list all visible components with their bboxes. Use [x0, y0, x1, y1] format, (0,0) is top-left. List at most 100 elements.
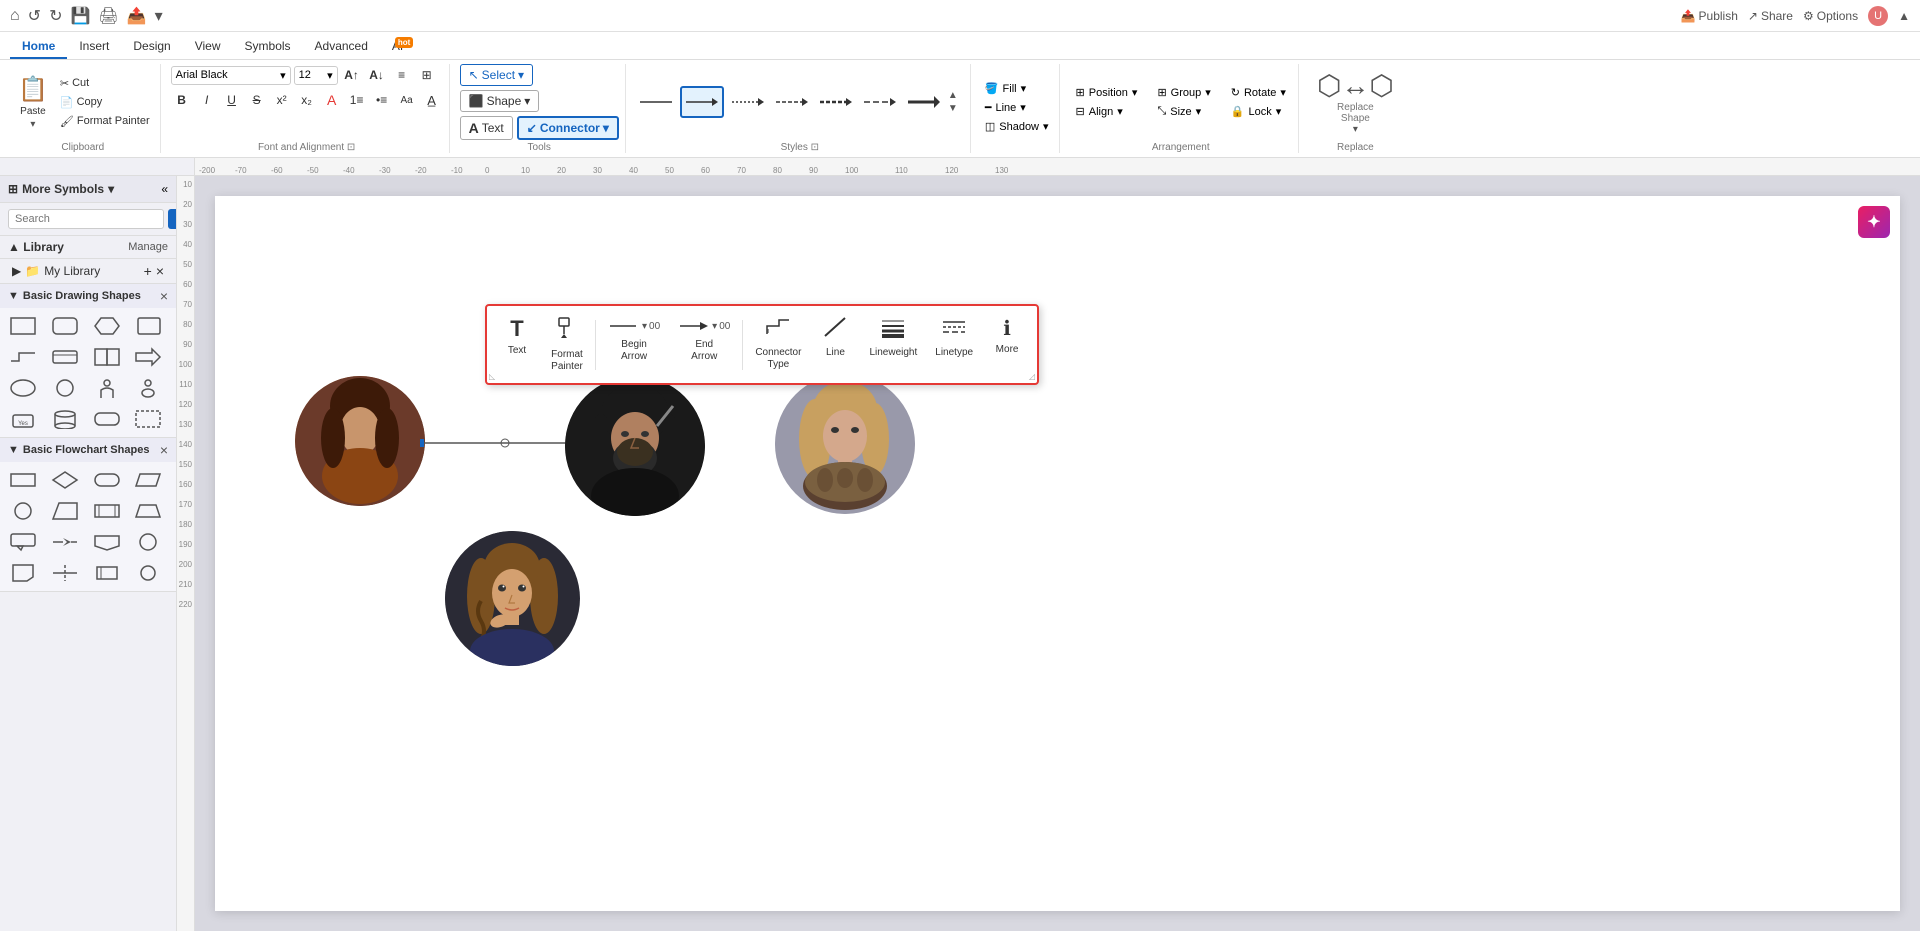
search-btn[interactable]: Search — [168, 209, 177, 229]
shape-rounded-rect2[interactable] — [90, 405, 124, 433]
sidebar-collapse-icon[interactable]: « — [161, 182, 168, 196]
basic-drawing-close-icon[interactable]: × — [160, 288, 168, 304]
fc-circle2[interactable] — [131, 528, 165, 556]
shape-cylinder[interactable] — [48, 405, 82, 433]
tab-advanced[interactable]: Advanced — [303, 35, 380, 59]
my-library-add-icon[interactable]: + — [144, 263, 152, 279]
font-highlight-btn[interactable]: A̲ — [421, 89, 443, 111]
ct-text-btn[interactable]: T Text — [495, 312, 539, 361]
shape-striped-rect[interactable] — [90, 343, 124, 371]
tab-ai[interactable]: AIhot — [380, 35, 415, 59]
more-icon[interactable]: ▾ — [155, 6, 163, 26]
fc-decision[interactable] — [48, 466, 82, 494]
styles-expand-icon[interactable]: ⊡ — [811, 142, 819, 153]
ct-format-painter-btn[interactable]: FormatPainter — [545, 312, 589, 377]
fc-note[interactable] — [6, 559, 40, 587]
tab-view[interactable]: View — [183, 35, 233, 59]
scroll-up-icon[interactable]: ▲ — [948, 90, 964, 101]
tab-home[interactable]: Home — [10, 35, 67, 59]
position-btn[interactable]: ⊞ Position ▾ — [1070, 84, 1144, 101]
paragraph-align-btn[interactable]: ≡ — [391, 64, 413, 86]
ct-connector-type-btn[interactable]: ConnectorType — [749, 312, 807, 375]
tab-insert[interactable]: Insert — [67, 35, 121, 59]
shape-rect-dotted[interactable] — [131, 405, 165, 433]
shape-ellipse[interactable] — [6, 374, 40, 402]
select-btn[interactable]: ↖ Select ▾ — [460, 64, 533, 86]
shape-person2[interactable] — [131, 374, 165, 402]
basic-flowchart-close-icon[interactable]: × — [160, 442, 168, 458]
style-arrow3-btn[interactable] — [772, 88, 812, 116]
list-ordered-btn[interactable]: 1≡ — [346, 89, 368, 111]
size-btn[interactable]: ⤡ Size ▾ — [1151, 103, 1216, 120]
case-toggle-btn[interactable]: Aa — [396, 89, 418, 111]
styles-scroll[interactable]: ▲ ▼ — [948, 90, 964, 114]
redo-icon[interactable]: ↻ — [49, 6, 62, 26]
shape-rect2[interactable] — [48, 343, 82, 371]
save-icon[interactable]: 💾 — [70, 6, 90, 26]
user-icon[interactable]: U — [1868, 6, 1888, 26]
group-btn[interactable]: ⊞ Group ▾ — [1151, 84, 1216, 101]
fc-predefined[interactable] — [90, 497, 124, 525]
scroll-down-icon[interactable]: ▼ — [948, 103, 964, 114]
manage-icon[interactable]: Manage — [128, 241, 168, 253]
shape-step[interactable] — [6, 343, 40, 371]
underline-btn[interactable]: U — [221, 89, 243, 111]
font-size-increase-btn[interactable]: A↑ — [341, 64, 363, 86]
fc-rect3[interactable] — [90, 559, 124, 587]
basic-drawing-header[interactable]: ▼ Basic Drawing Shapes × — [0, 284, 176, 308]
shape-hexagon[interactable] — [90, 312, 124, 340]
basic-flowchart-header[interactable]: ▼ Basic Flowchart Shapes × — [0, 438, 176, 462]
shape-circle[interactable] — [48, 374, 82, 402]
font-size-dropdown[interactable]: 12▾ — [294, 66, 338, 85]
fill-btn[interactable]: 🪣 Fill ▾ — [981, 80, 1053, 97]
ct-end-arrow-btn[interactable]: ▾ 00 EndArrow — [672, 312, 736, 367]
shape-person[interactable] — [90, 374, 124, 402]
shape-rect-rounded[interactable] — [48, 312, 82, 340]
undo-icon[interactable]: ↺ — [28, 6, 41, 26]
options-btn[interactable]: ⚙ Options — [1803, 9, 1858, 23]
line-btn[interactable]: ━ Line ▾ — [981, 99, 1053, 116]
style-arrow4-btn[interactable] — [816, 88, 856, 116]
fc-callout[interactable] — [6, 528, 40, 556]
style-straight-btn[interactable] — [636, 88, 676, 116]
subscript-btn[interactable]: x₂ — [296, 89, 318, 111]
text-tool-btn[interactable]: A Text — [460, 116, 513, 140]
shape-btn[interactable]: ⬛ Shape ▾ — [460, 90, 540, 112]
export-icon[interactable]: 📤 — [127, 6, 147, 26]
publish-btn[interactable]: 📤 Publish — [1681, 9, 1738, 23]
fc-line[interactable] — [48, 528, 82, 556]
paragraph-expand-btn[interactable]: ⊞ — [416, 64, 438, 86]
lock-btn[interactable]: 🔒 Lock ▾ — [1225, 103, 1292, 120]
strikethrough-btn[interactable]: S — [246, 89, 268, 111]
shape-scroll[interactable] — [131, 312, 165, 340]
fc-trapezoid[interactable] — [131, 497, 165, 525]
share-btn[interactable]: ↗ Share — [1748, 9, 1793, 23]
fc-partial1[interactable] — [48, 559, 82, 587]
list-unordered-btn[interactable]: •≡ — [371, 89, 393, 111]
print-icon[interactable]: 🖨 — [98, 6, 118, 26]
format-painter-btn[interactable]: 🖌 Format Painter — [56, 113, 154, 130]
ct-begin-arrow-btn[interactable]: ▾ 00 BeginArrow — [602, 312, 666, 367]
cut-btn[interactable]: ✂ Cut — [56, 75, 154, 92]
collapse-icon[interactable]: ▲ — [1898, 9, 1910, 23]
align-btn[interactable]: ⊟ Align ▾ — [1070, 103, 1144, 120]
ct-more-btn[interactable]: ℹ More — [985, 312, 1029, 360]
fc-terminal[interactable] — [90, 466, 124, 494]
fc-process[interactable] — [6, 466, 40, 494]
style-arrow2-btn[interactable] — [728, 88, 768, 116]
replace-shape-btn[interactable]: ⬡↔⬡ ReplaceShape ▾ — [1309, 65, 1402, 139]
superscript-btn[interactable]: x² — [271, 89, 293, 111]
tab-symbols[interactable]: Symbols — [233, 35, 303, 59]
canvas-wrapper[interactable]: T Text FormatPainter — [195, 176, 1920, 931]
style-arrow5-btn[interactable] — [860, 88, 900, 116]
bold-btn[interactable]: B — [171, 89, 193, 111]
search-input[interactable] — [8, 209, 164, 229]
font-color-btn[interactable]: A — [321, 89, 343, 111]
copy-btn[interactable]: 📄 Copy — [56, 94, 154, 111]
shadow-btn[interactable]: ◫ Shadow ▾ — [981, 118, 1053, 135]
connector-btn[interactable]: ↙ Connector ▾ — [517, 116, 619, 140]
shape-badge[interactable]: Yes — [6, 405, 40, 433]
fc-circle[interactable] — [6, 497, 40, 525]
ct-linetype-btn[interactable]: Linetype — [929, 312, 979, 363]
ct-line-btn[interactable]: Line — [813, 312, 857, 363]
